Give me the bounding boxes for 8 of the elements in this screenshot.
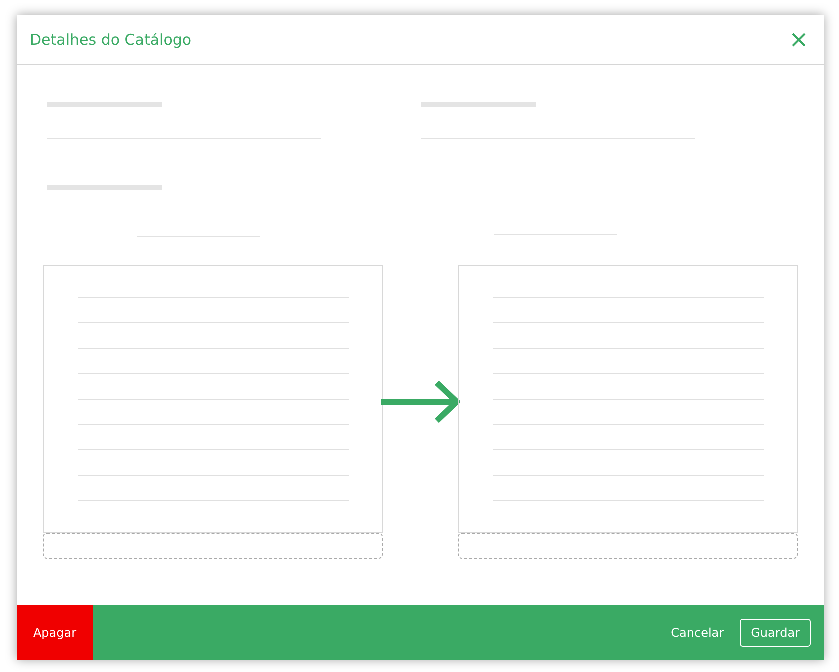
delete-button[interactable]: Apagar [17, 605, 93, 660]
cancel-button[interactable]: Cancelar [671, 626, 724, 640]
save-button[interactable]: Guardar [740, 618, 811, 646]
arrow-icon [381, 378, 460, 426]
close-icon[interactable] [792, 32, 806, 46]
drop-zone[interactable] [458, 533, 798, 559]
drop-zone[interactable] [43, 533, 383, 559]
dialog-title: Detalhes do Catálogo [30, 30, 192, 48]
